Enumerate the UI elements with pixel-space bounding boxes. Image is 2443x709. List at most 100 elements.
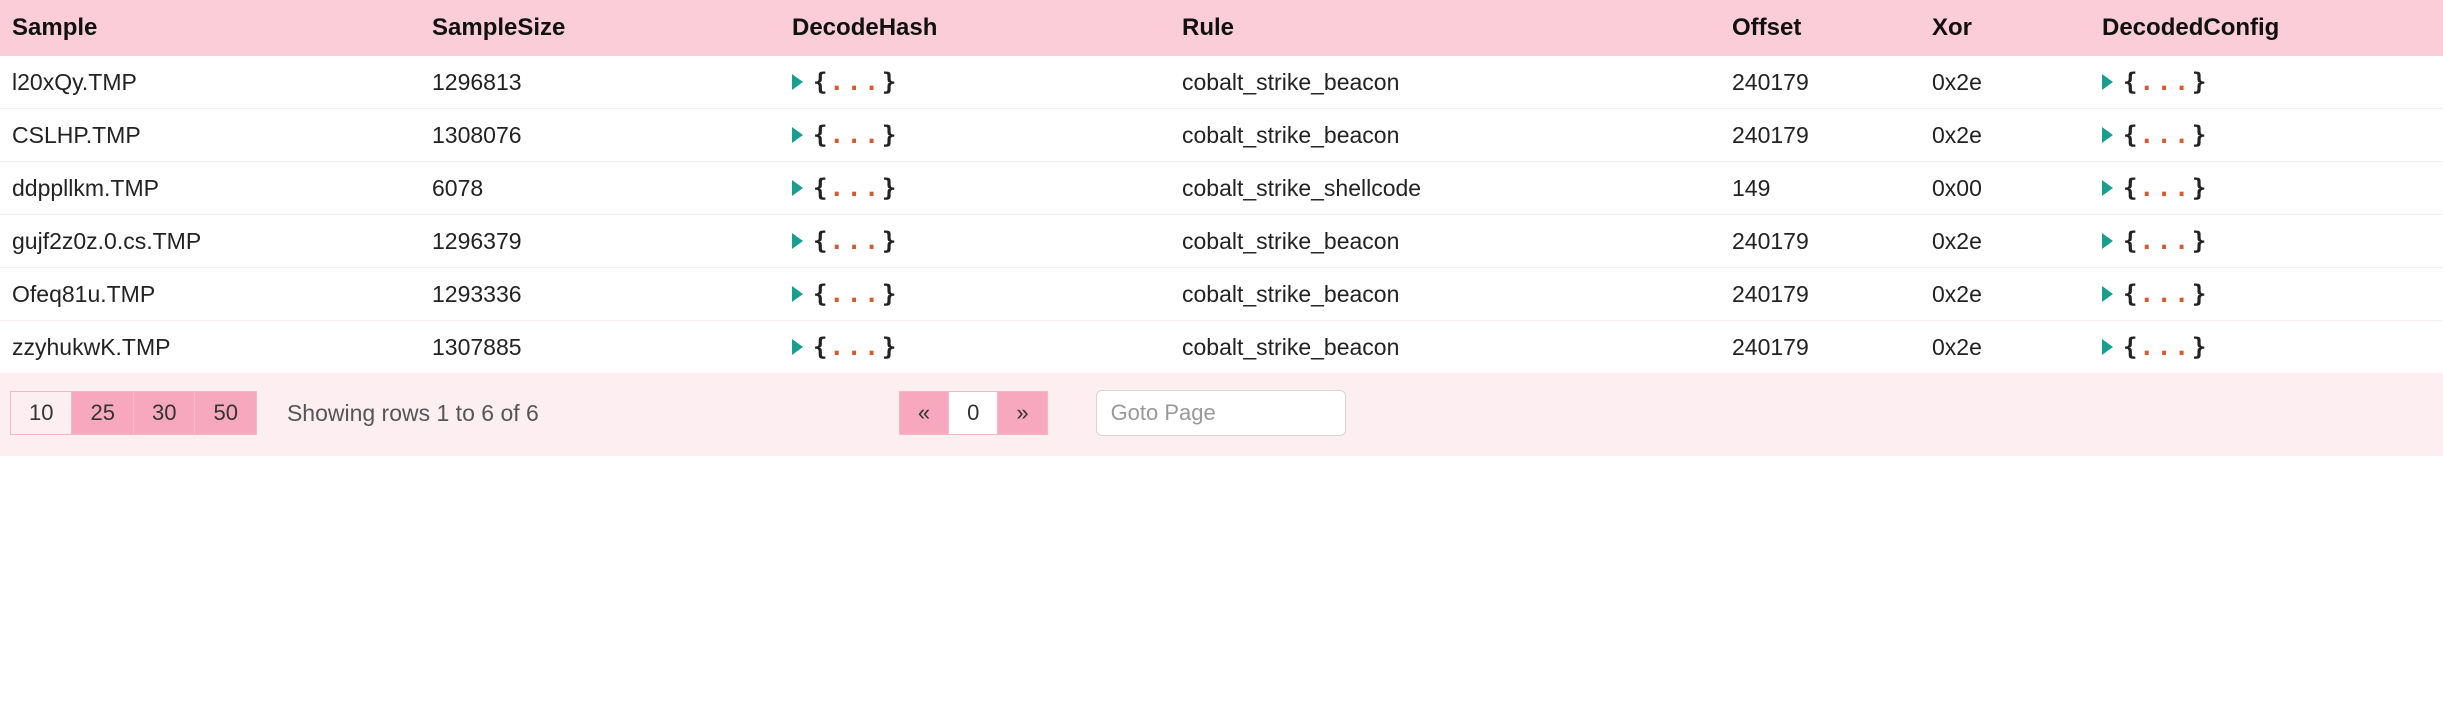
collapsed-object: {...} [2123,227,2208,255]
expand-right-icon [2102,233,2113,249]
col-header-offset[interactable]: Offset [1720,0,1920,56]
cell-sample: l20xQy.TMP [0,56,420,109]
expand-right-icon [792,74,803,90]
table-row: gujf2z0z.0.cs.TMP 1296379 {...} cobalt_s… [0,215,2443,268]
decodedconfig-expander[interactable]: {...} [2102,174,2208,202]
cell-decodehash: {...} [780,109,1170,162]
collapsed-object: {...} [813,280,898,308]
collapsed-object: {...} [2123,333,2208,361]
cell-samplesize: 1293336 [420,268,780,321]
cell-rule: cobalt_strike_beacon [1170,268,1720,321]
expand-right-icon [2102,180,2113,196]
page-size-group: 10253050 [10,391,257,435]
cell-sample: Ofeq81u.TMP [0,268,420,321]
decodedconfig-expander[interactable]: {...} [2102,121,2208,149]
collapsed-object: {...} [813,121,898,149]
cell-offset: 240179 [1720,56,1920,109]
cell-rule: cobalt_strike_beacon [1170,56,1720,109]
cell-sample: gujf2z0z.0.cs.TMP [0,215,420,268]
decodehash-expander[interactable]: {...} [792,121,898,149]
cell-xor: 0x2e [1920,56,2090,109]
collapsed-object: {...} [2123,280,2208,308]
decodedconfig-expander[interactable]: {...} [2102,68,2208,96]
col-header-sample[interactable]: Sample [0,0,420,56]
col-header-decodedconfig[interactable]: DecodedConfig [2090,0,2443,56]
col-header-decodehash[interactable]: DecodeHash [780,0,1170,56]
expand-right-icon [792,233,803,249]
expand-right-icon [2102,286,2113,302]
cell-decodedconfig: {...} [2090,215,2443,268]
rows-status-text: Showing rows 1 to 6 of 6 [287,400,539,427]
cell-offset: 149 [1720,162,1920,215]
decodehash-expander[interactable]: {...} [792,174,898,202]
decodehash-expander[interactable]: {...} [792,68,898,96]
cell-decodehash: {...} [780,268,1170,321]
expand-right-icon [2102,74,2113,90]
cell-decodedconfig: {...} [2090,321,2443,374]
cell-rule: cobalt_strike_shellcode [1170,162,1720,215]
cell-rule: cobalt_strike_beacon [1170,215,1720,268]
expand-right-icon [792,286,803,302]
collapsed-object: {...} [2123,68,2208,96]
collapsed-object: {...} [813,333,898,361]
pager-group: « 0 » [899,391,1048,435]
expand-right-icon [792,339,803,355]
cell-decodedconfig: {...} [2090,56,2443,109]
cell-decodedconfig: {...} [2090,109,2443,162]
table-footer: 10253050 Showing rows 1 to 6 of 6 « 0 » [0,374,2443,456]
cell-xor: 0x2e [1920,321,2090,374]
prev-page-button[interactable]: « [899,391,949,435]
decodedconfig-expander[interactable]: {...} [2102,280,2208,308]
cell-sample: zzyhukwK.TMP [0,321,420,374]
cell-samplesize: 1308076 [420,109,780,162]
cell-rule: cobalt_strike_beacon [1170,109,1720,162]
expand-right-icon [2102,127,2113,143]
page-size-button-30[interactable]: 30 [134,391,195,435]
expand-right-icon [792,127,803,143]
col-header-samplesize[interactable]: SampleSize [420,0,780,56]
collapsed-object: {...} [2123,121,2208,149]
collapsed-object: {...} [813,227,898,255]
table-row: ddppllkm.TMP 6078 {...} cobalt_strike_sh… [0,162,2443,215]
cell-xor: 0x2e [1920,268,2090,321]
page-size-button-50[interactable]: 50 [195,391,256,435]
goto-page-input[interactable] [1096,390,1346,436]
decodehash-expander[interactable]: {...} [792,333,898,361]
expand-right-icon [792,180,803,196]
cell-decodehash: {...} [780,321,1170,374]
cell-samplesize: 1296379 [420,215,780,268]
cell-rule: cobalt_strike_beacon [1170,321,1720,374]
cell-decodehash: {...} [780,215,1170,268]
decodehash-expander[interactable]: {...} [792,227,898,255]
next-page-button[interactable]: » [998,391,1047,435]
col-header-rule[interactable]: Rule [1170,0,1720,56]
table-row: zzyhukwK.TMP 1307885 {...} cobalt_strike… [0,321,2443,374]
table-row: CSLHP.TMP 1308076 {...} cobalt_strike_be… [0,109,2443,162]
cell-xor: 0x2e [1920,215,2090,268]
cell-xor: 0x00 [1920,162,2090,215]
cell-decodehash: {...} [780,56,1170,109]
expand-right-icon [2102,339,2113,355]
cell-sample: ddppllkm.TMP [0,162,420,215]
page-size-button-25[interactable]: 25 [72,391,133,435]
cell-offset: 240179 [1720,109,1920,162]
cell-samplesize: 1307885 [420,321,780,374]
col-header-xor[interactable]: Xor [1920,0,2090,56]
cell-decodedconfig: {...} [2090,162,2443,215]
collapsed-object: {...} [813,68,898,96]
table-row: l20xQy.TMP 1296813 {...} cobalt_strike_b… [0,56,2443,109]
cell-samplesize: 1296813 [420,56,780,109]
cell-offset: 240179 [1720,215,1920,268]
results-table: Sample SampleSize DecodeHash Rule Offset… [0,0,2443,374]
table-header-row: Sample SampleSize DecodeHash Rule Offset… [0,0,2443,56]
cell-decodehash: {...} [780,162,1170,215]
decodehash-expander[interactable]: {...} [792,280,898,308]
cell-sample: CSLHP.TMP [0,109,420,162]
cell-offset: 240179 [1720,321,1920,374]
collapsed-object: {...} [2123,174,2208,202]
table-row: Ofeq81u.TMP 1293336 {...} cobalt_strike_… [0,268,2443,321]
decodedconfig-expander[interactable]: {...} [2102,333,2208,361]
cell-xor: 0x2e [1920,109,2090,162]
decodedconfig-expander[interactable]: {...} [2102,227,2208,255]
page-size-button-10[interactable]: 10 [10,391,72,435]
